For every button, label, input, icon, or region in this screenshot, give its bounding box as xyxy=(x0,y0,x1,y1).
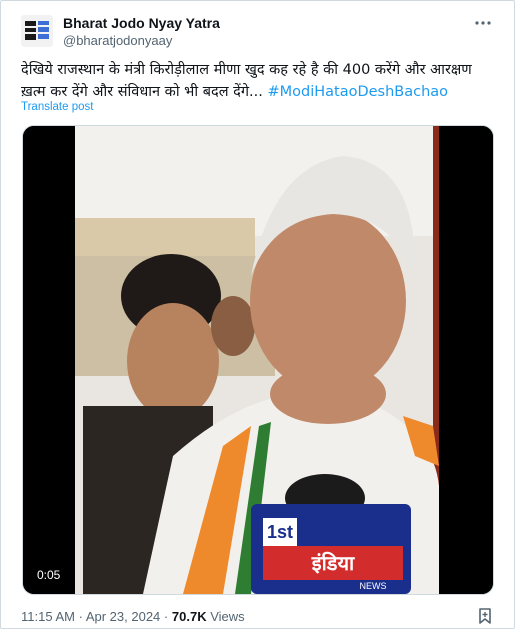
mic-brand-main: इंडिया xyxy=(311,551,355,575)
video-frame: 1st इंडिया NEWS xyxy=(23,126,493,594)
tweet-text: देखिये राजस्थान के मंत्री किरोड़ीलाल मीण… xyxy=(21,59,497,103)
mic-brand-sub: NEWS xyxy=(360,581,387,591)
tweet-header: Bharat Jodo Nyay Yatra @bharatjodonyaay xyxy=(21,11,501,51)
tweet-card: Bharat Jodo Nyay Yatra @bharatjodonyaay … xyxy=(0,0,515,629)
author-avatar[interactable] xyxy=(21,15,53,47)
tweet-time[interactable]: 11:15 AM xyxy=(21,609,75,624)
meta-separator: · xyxy=(78,609,83,624)
hashtag-link[interactable]: #ModiHataoDeshBachao xyxy=(267,84,448,100)
meta-separator-2: · xyxy=(163,609,169,624)
author-name[interactable]: Bharat Jodo Nyay Yatra xyxy=(63,15,220,31)
tweet-date[interactable]: Apr 23, 2024 xyxy=(86,609,160,624)
translate-post-link[interactable]: Translate post xyxy=(21,101,93,113)
video-duration: 0:05 xyxy=(31,566,67,584)
views-count: 70.7K xyxy=(171,609,207,624)
more-dots-icon[interactable] xyxy=(471,11,495,35)
author-handle[interactable]: @bharatjodonyaay xyxy=(63,33,172,48)
bookmark-icon[interactable] xyxy=(476,607,494,625)
mic-brand-top: 1st xyxy=(267,522,293,542)
views-label: Views xyxy=(210,609,245,624)
tweet-meta: 11:15 AM · Apr 23, 2024 · 70.7K Views xyxy=(21,609,245,624)
video-player[interactable]: 1st इंडिया NEWS 0:05 xyxy=(22,125,494,595)
